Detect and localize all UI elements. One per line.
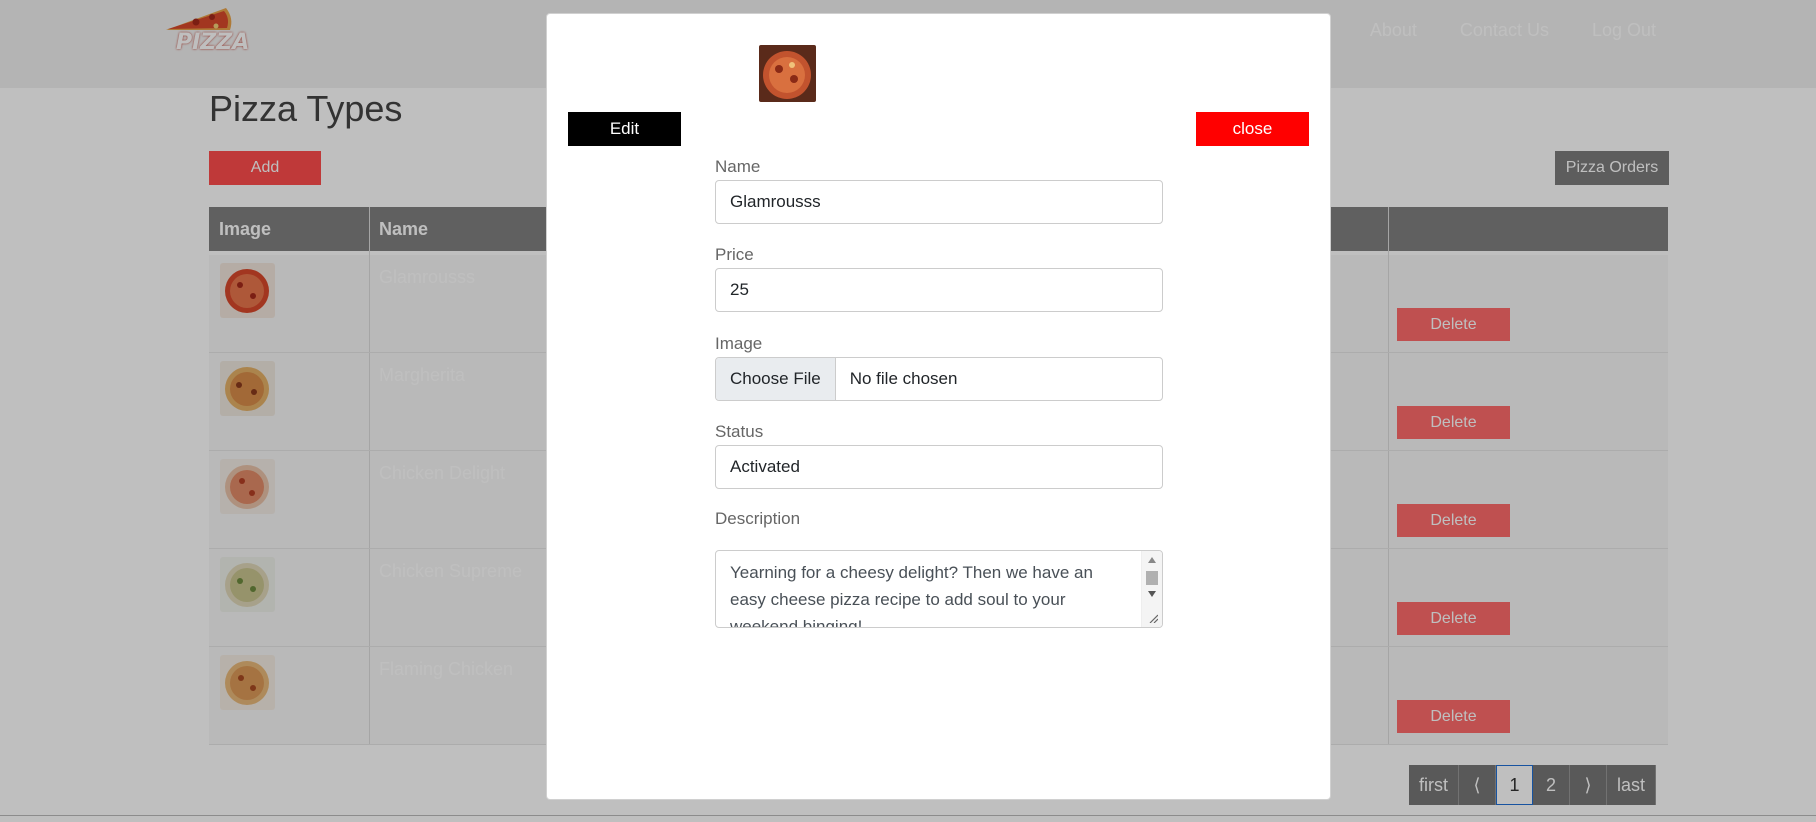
scroll-down-icon[interactable] xyxy=(1148,591,1156,597)
close-button[interactable]: close xyxy=(1196,112,1309,146)
scroll-thumb[interactable] xyxy=(1146,571,1158,585)
description-label: Description xyxy=(715,509,801,528)
edit-pizza-modal: Edit close Name Price Image Choose File … xyxy=(546,13,1331,800)
edit-button[interactable]: Edit xyxy=(568,112,681,146)
status-input[interactable] xyxy=(715,445,1163,489)
name-input[interactable] xyxy=(715,180,1163,224)
choose-file-button[interactable]: Choose File xyxy=(716,358,836,400)
image-label: Image xyxy=(715,334,763,353)
price-label: Price xyxy=(715,245,754,264)
description-text: Yearning for a cheesy delight? Then we h… xyxy=(730,563,1093,628)
status-label: Status xyxy=(715,422,764,441)
scroll-up-icon[interactable] xyxy=(1148,557,1156,563)
resize-handle-icon[interactable] xyxy=(1148,613,1158,623)
image-file-input[interactable]: Choose File No file chosen xyxy=(715,357,1163,401)
pizza-preview-image xyxy=(759,45,816,102)
name-label: Name xyxy=(715,157,761,176)
description-textarea[interactable]: Yearning for a cheesy delight? Then we h… xyxy=(715,550,1163,628)
file-status: No file chosen xyxy=(849,369,958,388)
price-input[interactable] xyxy=(715,268,1163,312)
